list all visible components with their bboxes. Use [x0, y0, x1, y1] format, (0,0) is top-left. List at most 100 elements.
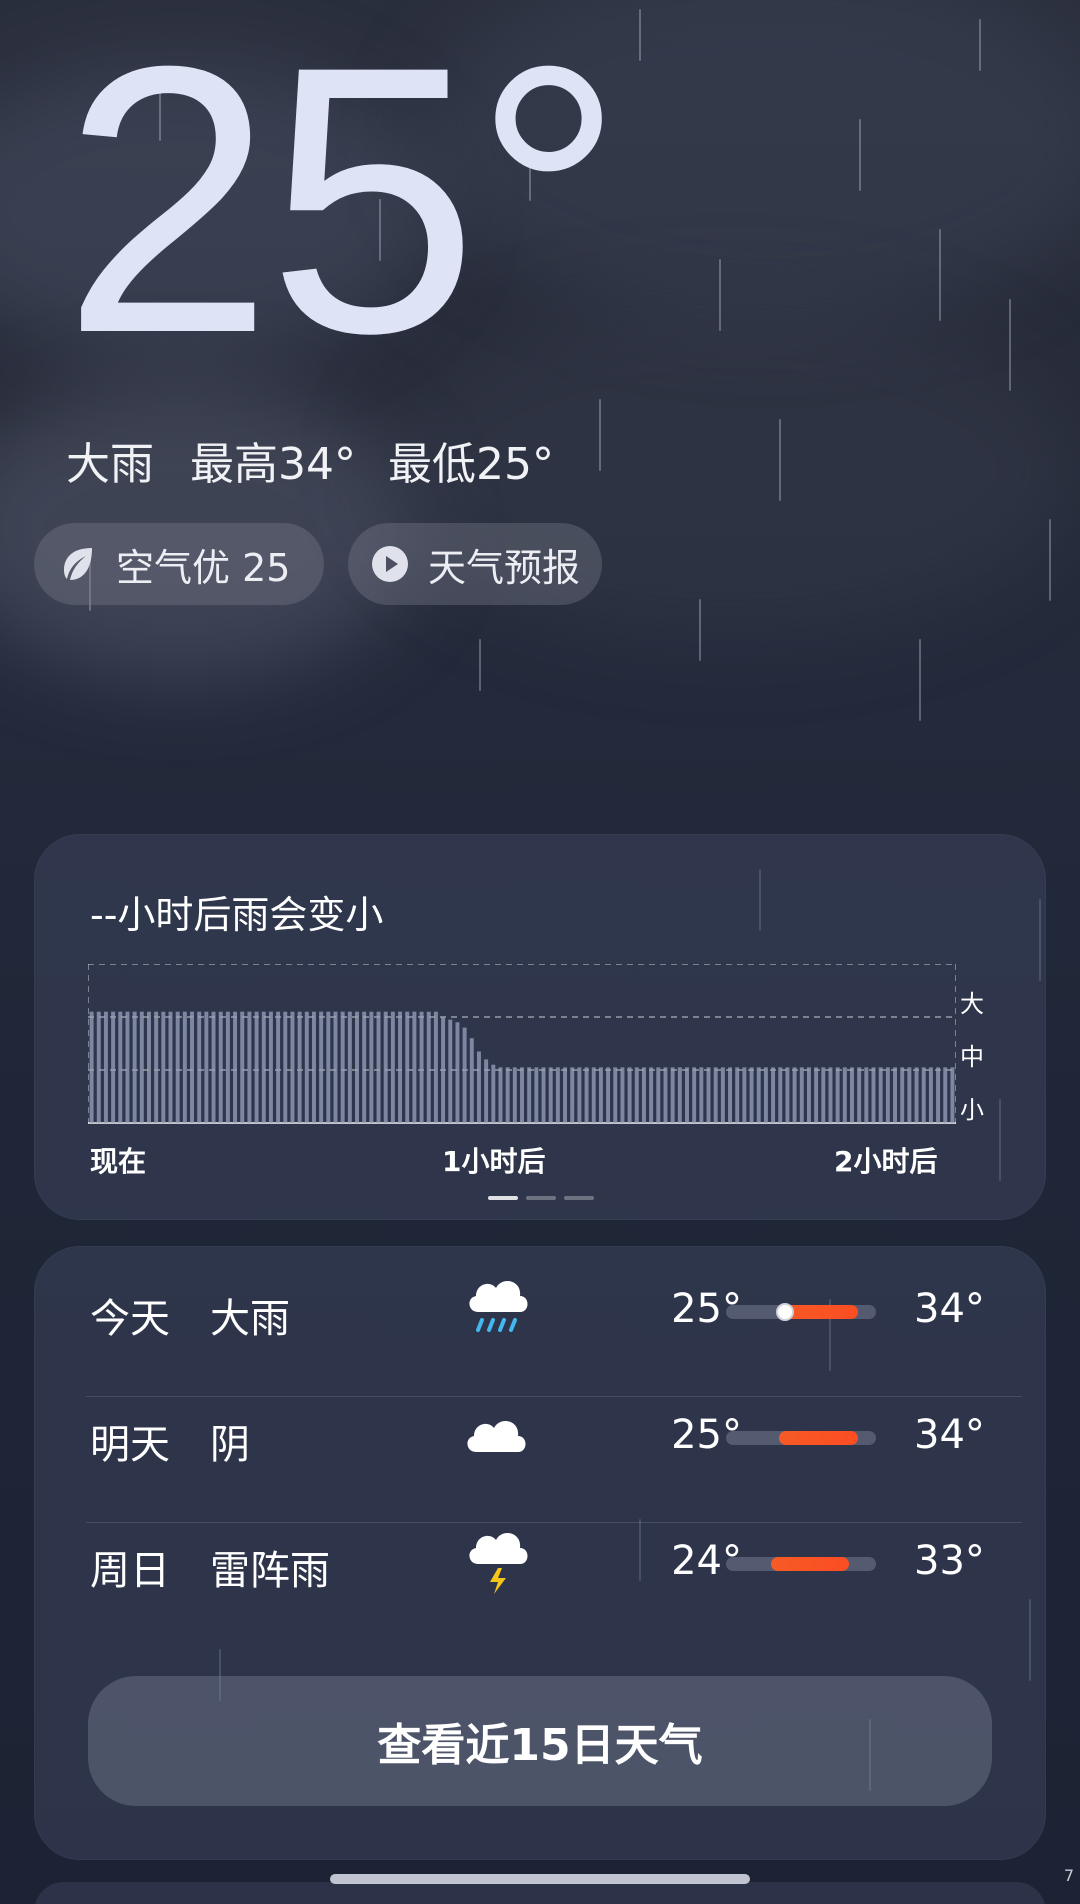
rain-bar	[154, 1011, 159, 1123]
rain-bar	[469, 1038, 474, 1123]
rain-bar	[369, 1011, 374, 1123]
x-label-2h: 2小时后	[834, 1145, 938, 1178]
daily-row-sunday[interactable]: 周日 雷阵雨 24° 33°	[34, 1498, 1046, 1624]
rain-bar	[190, 1011, 194, 1123]
rain-bar	[433, 1011, 438, 1123]
rain-bar	[347, 1011, 352, 1123]
rain-bar	[821, 1067, 826, 1123]
rain-bar	[584, 1067, 589, 1123]
rain-bar	[283, 1011, 288, 1123]
rain-bar	[376, 1011, 381, 1123]
home-indicator[interactable]	[330, 1874, 750, 1884]
rain-bar	[276, 1011, 281, 1123]
rain-bar	[505, 1067, 510, 1123]
rain-bar	[785, 1067, 790, 1123]
day-condition: 大雨	[210, 1296, 290, 1342]
rain-bar	[405, 1011, 410, 1123]
page-dot	[526, 1196, 556, 1200]
low-temperature: 最低25°	[388, 439, 554, 490]
rain-bar	[476, 1051, 481, 1123]
rain-bar	[441, 1017, 446, 1123]
weather-forecast-chip[interactable]: 天气预报	[348, 523, 602, 605]
rain-bar	[118, 1011, 123, 1123]
rain-bar	[527, 1067, 532, 1123]
rain-bar	[634, 1067, 639, 1123]
rain-bar	[484, 1059, 489, 1123]
day-condition: 阴	[210, 1422, 250, 1468]
rain-bar	[139, 1011, 144, 1123]
rain-bar	[720, 1067, 725, 1123]
rain-bar	[96, 1011, 101, 1123]
rain-bar	[814, 1067, 819, 1123]
rain-bar	[641, 1067, 646, 1123]
rain-bar	[498, 1067, 503, 1123]
rain-forecast-card[interactable]: --小时后雨会变小 大 中 小 现在 1小时后 2小时后	[34, 834, 1046, 1220]
rain-bar	[950, 1067, 955, 1123]
temperature-range-fill	[771, 1557, 849, 1571]
weather-forecast-label: 天气预报	[428, 545, 581, 590]
rain-bar	[211, 1011, 216, 1123]
rain-bar	[656, 1067, 661, 1123]
rain-bar	[893, 1067, 897, 1123]
rain-bar	[455, 1022, 460, 1123]
page-dot	[564, 1196, 594, 1200]
rain-bar	[864, 1067, 869, 1123]
fifteen-day-forecast-button[interactable]: 查看近15日天气	[88, 1676, 992, 1806]
high-temperature: 最高34°	[190, 439, 356, 490]
rain-bar	[340, 1011, 345, 1123]
rain-bar	[591, 1067, 596, 1123]
day-high: 34°	[914, 1286, 985, 1332]
rain-bar	[204, 1011, 209, 1123]
rain-bar	[577, 1067, 582, 1123]
rain-bar	[197, 1011, 202, 1123]
rain-bar	[778, 1067, 783, 1123]
rain-bar	[677, 1067, 682, 1123]
rain-bar	[799, 1067, 804, 1123]
rain-bar	[749, 1067, 754, 1123]
thunderstorm-icon	[462, 1518, 536, 1598]
day-high: 33°	[914, 1538, 985, 1584]
rain-bar	[907, 1067, 912, 1123]
corner-label: 7	[1063, 1866, 1074, 1885]
rain-bar	[132, 1011, 137, 1123]
rain-bar	[921, 1067, 926, 1123]
rain-bar	[297, 1011, 302, 1123]
rain-bar	[175, 1011, 180, 1123]
daily-row-today[interactable]: 今天 大雨 25° 34°	[34, 1246, 1046, 1372]
day-name: 今天	[90, 1296, 170, 1342]
rain-bar	[168, 1011, 173, 1123]
day-high: 34°	[914, 1412, 985, 1458]
rain-bar	[240, 1011, 245, 1123]
rain-bar	[627, 1067, 632, 1123]
rain-bar	[390, 1011, 395, 1123]
rain-forecast-title: --小时后雨会变小	[90, 893, 384, 937]
next-card-peek	[34, 1882, 1046, 1904]
rain-bar	[548, 1067, 553, 1123]
cloudy-icon	[462, 1392, 536, 1472]
rain-bar	[111, 1011, 116, 1123]
rain-bar	[333, 1011, 338, 1123]
current-condition: 大雨	[66, 439, 154, 490]
rain-bar	[563, 1067, 568, 1123]
daily-row-tomorrow[interactable]: 明天 阴 25° 34°	[34, 1372, 1046, 1498]
day-condition: 雷阵雨	[210, 1548, 330, 1594]
rain-bar	[362, 1011, 367, 1123]
rain-bar	[842, 1067, 847, 1123]
rain-bar	[304, 1011, 309, 1123]
rain-bar	[735, 1067, 740, 1123]
rain-bar	[182, 1011, 187, 1123]
rain-bar	[355, 1011, 359, 1123]
rain-bar	[233, 1011, 238, 1123]
rain-bar	[261, 1011, 266, 1123]
rain-bar	[161, 1011, 166, 1123]
rain-bar	[756, 1067, 761, 1123]
rain-bar	[620, 1067, 625, 1123]
air-quality-label: 空气优 25	[116, 545, 291, 590]
rain-bar	[857, 1067, 862, 1123]
air-quality-chip[interactable]: 空气优 25	[34, 523, 324, 605]
daily-forecast-card: 今天 大雨 25° 34° 明天 阴 25° 34° 周日 雷阵雨 24° 33…	[34, 1246, 1046, 1860]
page-indicator	[488, 1196, 594, 1200]
level-label-heavy: 大	[960, 990, 984, 1018]
rain-bar	[606, 1067, 611, 1123]
rain-bar	[89, 1011, 94, 1123]
